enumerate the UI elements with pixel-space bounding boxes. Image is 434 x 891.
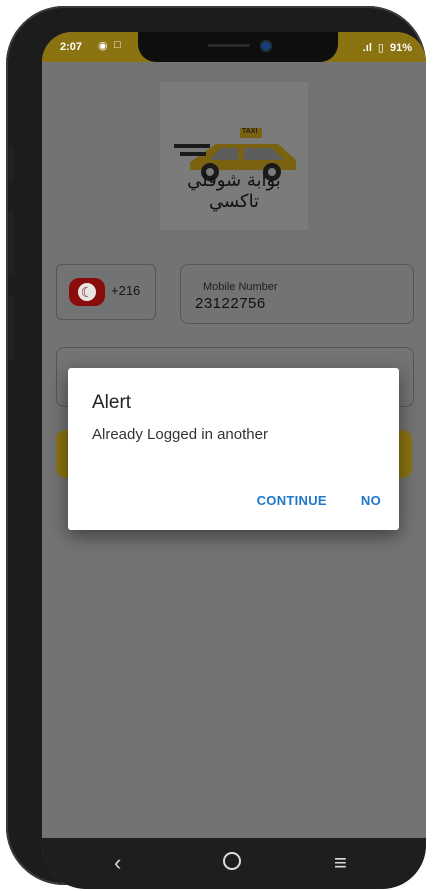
status-time: 2:07 [60, 41, 83, 53]
country-code: +216 [111, 283, 141, 298]
volume-button [8, 146, 14, 182]
dialog-message: Already Logged in another [92, 426, 268, 443]
mobile-number-label: Mobile Number [203, 281, 278, 293]
signal-icon: .ıl [362, 41, 372, 54]
status-right: .ıl ▯ 91% [362, 41, 412, 55]
back-icon[interactable]: ‹ [114, 850, 121, 876]
crescent-icon: ☾ [78, 283, 96, 301]
mobile-number-value: 23122756 [195, 295, 266, 312]
phone-frame: 2:07 ◉ □ .ıl ▯ 91% TAXI بوابة شوفلي تاكس… [6, 6, 426, 889]
camera-notch [138, 32, 338, 62]
tunisia-flag-icon: ☾ [69, 278, 105, 306]
menu-icon[interactable]: ≡ [334, 850, 347, 876]
dialog-actions: CONTINUE NO [257, 493, 381, 508]
camera-icon [262, 42, 270, 50]
notification-icon: ◉ [98, 40, 108, 52]
speaker-grille [208, 44, 250, 47]
app-logo: TAXI بوابة شوفلي تاكسي [160, 82, 308, 230]
battery-percent: 91% [389, 41, 412, 54]
navigation-bar: ‹ ≡ [42, 838, 426, 889]
logo-arabic-text: بوابة شوفلي تاكسي [187, 170, 281, 212]
battery-icon: ▯ [377, 42, 384, 54]
volume-button [8, 211, 14, 275]
country-code-selector[interactable]: ☾ +216 [56, 264, 156, 320]
no-button[interactable]: NO [361, 493, 381, 508]
dialog-title: Alert [92, 392, 132, 413]
mobile-number-field[interactable]: Mobile Number 23122756 [180, 264, 414, 324]
continue-button[interactable]: CONTINUE [257, 493, 327, 508]
alert-dialog: Alert Already Logged in another CONTINUE… [68, 368, 399, 530]
screen-icon: □ [114, 39, 121, 51]
power-button [8, 296, 14, 360]
home-icon[interactable] [223, 852, 241, 870]
taxi-badge: TAXI [242, 128, 258, 135]
device-screen: 2:07 ◉ □ .ıl ▯ 91% TAXI بوابة شوفلي تاكس… [42, 32, 426, 889]
